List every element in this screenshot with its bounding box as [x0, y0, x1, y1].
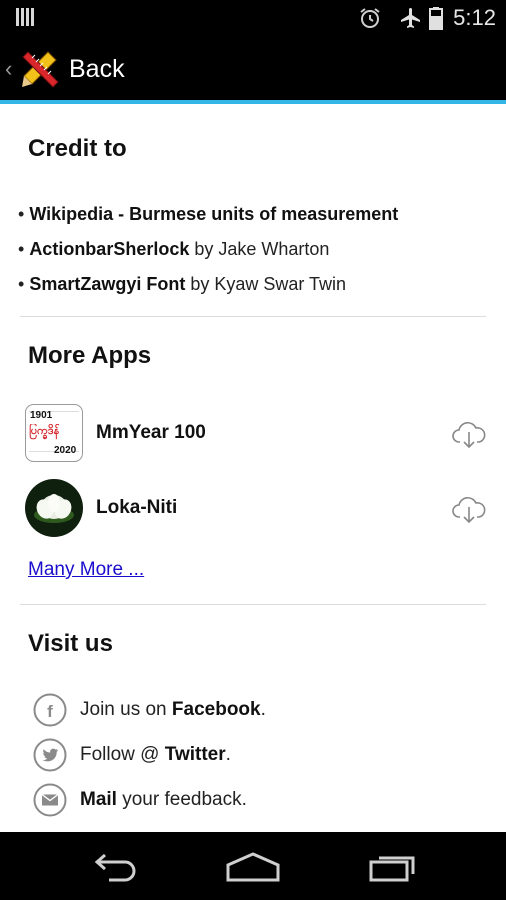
cloud-download-icon[interactable] [451, 491, 487, 527]
credit-item-strong: SmartZawgyi Font [29, 274, 186, 294]
credit-item-strong: Wikipedia - Burmese units of measurement [29, 204, 399, 224]
visit-item-mail[interactable]: Mail your feedback. [33, 783, 473, 819]
credit-item-text: by Jake Wharton [189, 239, 330, 259]
nav-home-icon[interactable] [225, 850, 281, 884]
app-item-mmyear[interactable]: 1901 ပြက္ခဒိန် 2020 MmYear 100 [25, 404, 487, 464]
status-time: 5:12 [453, 5, 496, 30]
navigation-bar [0, 832, 506, 900]
credit-item: • SmartZawgyi Font by Kyaw Swar Twin [18, 274, 347, 294]
many-more-link[interactable]: Many More ... [28, 559, 144, 581]
mmyear-icon-top: 1901 [30, 410, 53, 421]
facebook-icon: f [33, 693, 67, 727]
app-logo-icon [22, 51, 59, 88]
cloud-download-icon[interactable] [451, 416, 487, 452]
svg-text:f: f [47, 702, 53, 721]
visit-text: Mail your feedback. [80, 789, 247, 810]
nav-recents-icon[interactable] [365, 850, 421, 884]
back-button[interactable]: ‹ Back [0, 36, 140, 100]
credit-item: • Wikipedia - Burmese units of measureme… [18, 204, 399, 224]
credit-item: • ActionbarSherlock by Jake Wharton [18, 239, 330, 259]
visit-item-facebook[interactable]: f Join us on Facebook. [33, 693, 473, 729]
divider [20, 604, 486, 605]
battery-icon [429, 7, 443, 30]
visit-text: Join us on Facebook. [80, 699, 266, 720]
chevron-left-icon: ‹ [5, 56, 13, 81]
app-name: MmYear 100 [96, 422, 206, 443]
action-bar: ‹ Back [0, 36, 506, 100]
twitter-icon [33, 738, 67, 772]
nav-back-icon[interactable] [85, 850, 141, 884]
visit-item-twitter[interactable]: Follow @ Twitter. [33, 738, 473, 774]
mmyear-icon-bottom: 2020 [54, 445, 77, 456]
divider [20, 316, 486, 317]
mail-icon [33, 783, 67, 817]
signal-icon [16, 8, 34, 26]
app-item-lokaniti[interactable]: Loka-Niti [25, 479, 487, 539]
app-name: Loka-Niti [96, 497, 178, 518]
lokaniti-app-icon [25, 479, 83, 537]
credit-item-text: by Kyaw Swar Twin [185, 274, 347, 294]
alarm-icon [360, 8, 380, 28]
mmyear-icon-mid: ပြက္ခဒိန် [29, 425, 60, 437]
status-bar: 5:12 [0, 0, 506, 36]
airplane-icon [401, 8, 420, 28]
credit-item-strong: ActionbarSherlock [29, 239, 190, 259]
back-label: Back [69, 55, 125, 83]
more-apps-heading: More Apps [28, 342, 152, 369]
main-content[interactable]: Credit to • Wikipedia - Burmese units of… [0, 104, 506, 832]
credit-heading: Credit to [28, 135, 127, 162]
visit-text: Follow @ Twitter. [80, 744, 231, 765]
visit-heading: Visit us [28, 630, 113, 657]
